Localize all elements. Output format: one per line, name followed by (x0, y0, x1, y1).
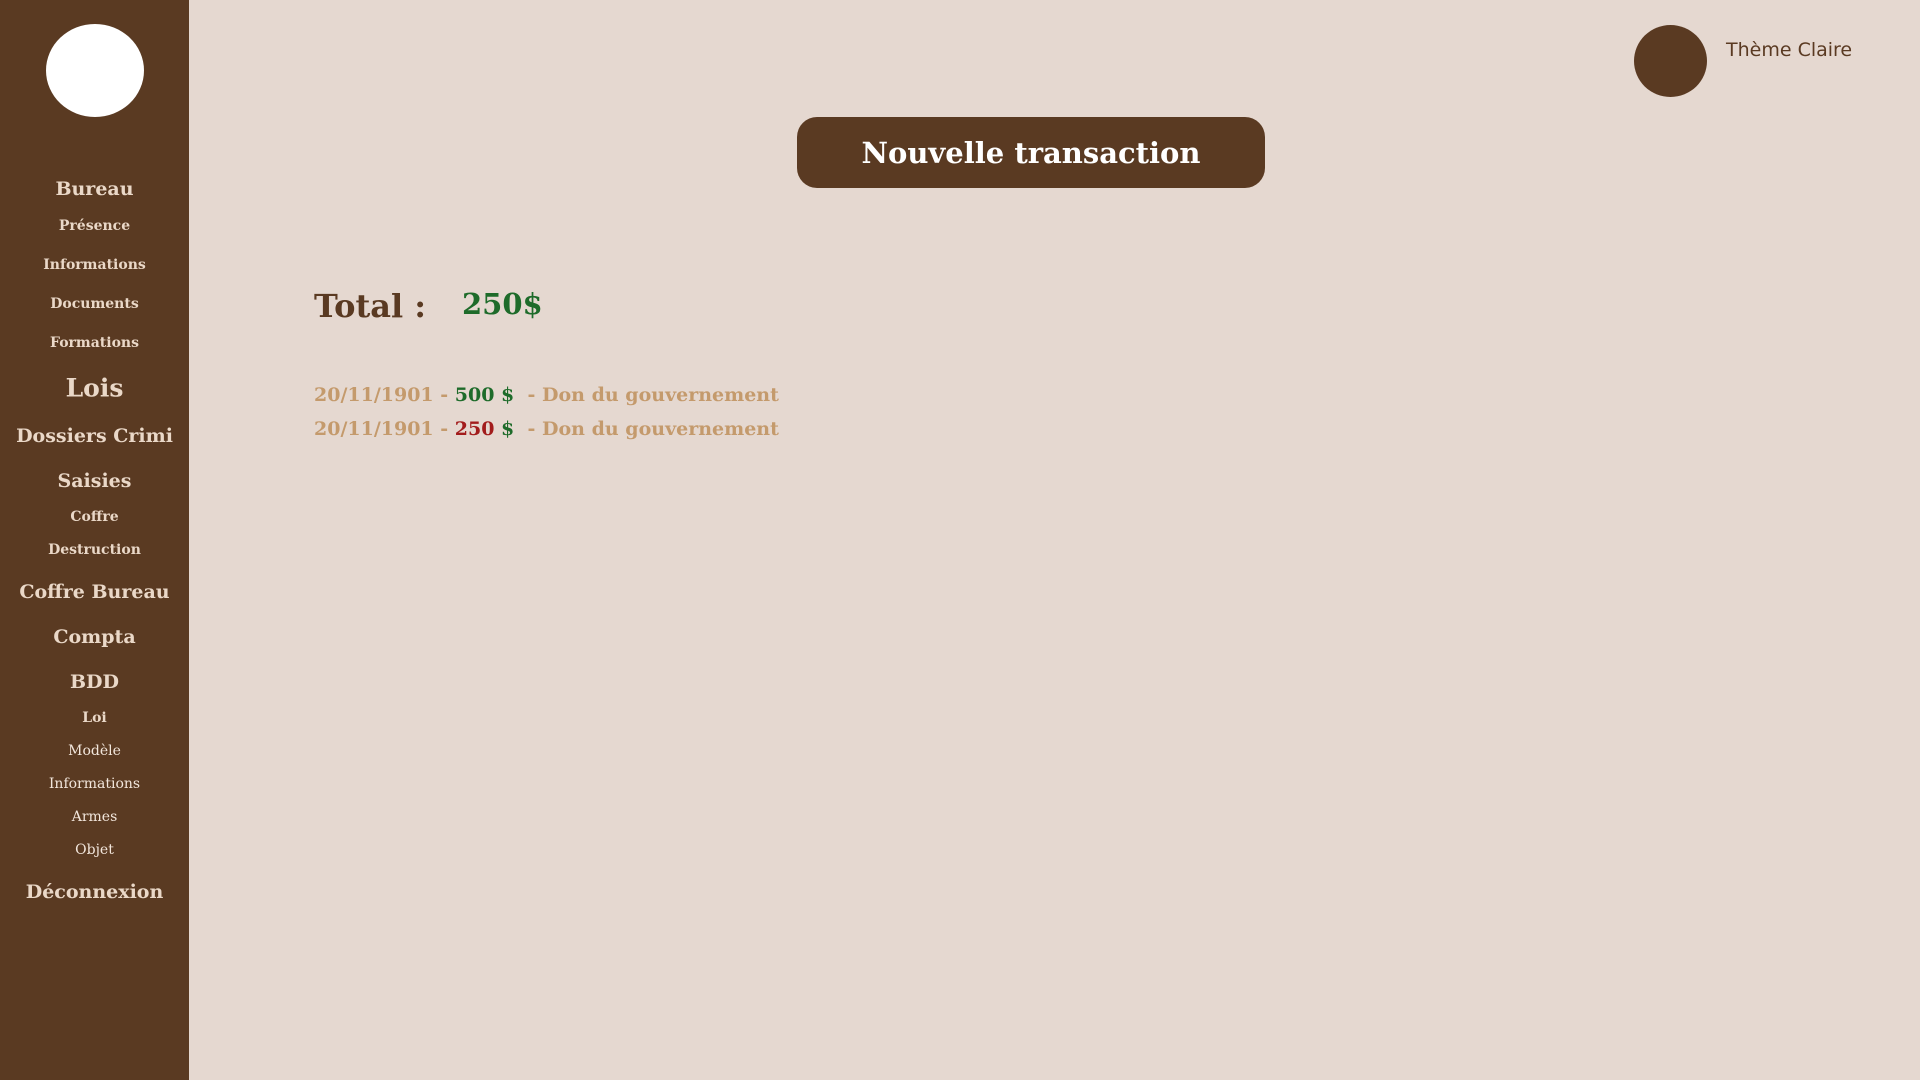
sidebar-item-presence[interactable]: Présence (0, 218, 189, 234)
logo (46, 24, 144, 117)
sidebar: Bureau Présence Informations Documents F… (0, 0, 189, 1080)
transaction-amount: 500 (454, 384, 495, 406)
transaction-separator: - (433, 384, 455, 406)
sidebar-item-informations[interactable]: Informations (0, 257, 189, 273)
sidebar-item-bdd-informations[interactable]: Informations (0, 776, 189, 792)
sidebar-item-formations[interactable]: Formations (0, 335, 189, 351)
sidebar-item-coffre[interactable]: Coffre (0, 509, 189, 525)
sidebar-item-documents[interactable]: Documents (0, 296, 189, 312)
sidebar-item-dossiers-crimi[interactable]: Dossiers Crimi (0, 425, 189, 447)
transaction-date: 20/11/1901 (314, 384, 434, 406)
sidebar-item-modele[interactable]: Modèle (0, 743, 189, 759)
total-label: Total : (314, 287, 427, 325)
transaction-row: 20/11/1901 - 250 $ - Don du gouvernement (314, 418, 779, 440)
transaction-currency: $ (494, 418, 515, 440)
sidebar-item-destruction[interactable]: Destruction (0, 542, 189, 558)
sidebar-item-bdd[interactable]: BDD (0, 671, 189, 693)
total-value: 250$ (462, 287, 543, 321)
new-transaction-button[interactable]: Nouvelle transaction (797, 117, 1265, 188)
sidebar-item-loi[interactable]: Loi (0, 710, 189, 726)
transaction-currency: $ (494, 384, 515, 406)
sidebar-item-lois[interactable]: Lois (0, 374, 189, 403)
sidebar-item-objet[interactable]: Objet (0, 842, 189, 858)
sidebar-item-saisies[interactable]: Saisies (0, 470, 189, 492)
transaction-date: 20/11/1901 (314, 418, 434, 440)
sidebar-item-armes[interactable]: Armes (0, 809, 189, 825)
transaction-amount: 250 (454, 418, 495, 440)
theme-label: Thème Claire (1726, 39, 1853, 61)
sidebar-item-bureau[interactable]: Bureau (0, 178, 189, 200)
sidebar-item-coffre-bureau[interactable]: Coffre Bureau (0, 581, 189, 603)
sidebar-item-compta[interactable]: Compta (0, 626, 189, 648)
sidebar-item-deconnexion[interactable]: Déconnexion (0, 881, 189, 903)
theme-toggle-button[interactable] (1634, 25, 1707, 97)
transaction-separator: - (433, 418, 455, 440)
transaction-description: - Don du gouvernement (514, 384, 779, 406)
transaction-row: 20/11/1901 - 500 $ - Don du gouvernement (314, 384, 779, 406)
transaction-description: - Don du gouvernement (514, 418, 779, 440)
